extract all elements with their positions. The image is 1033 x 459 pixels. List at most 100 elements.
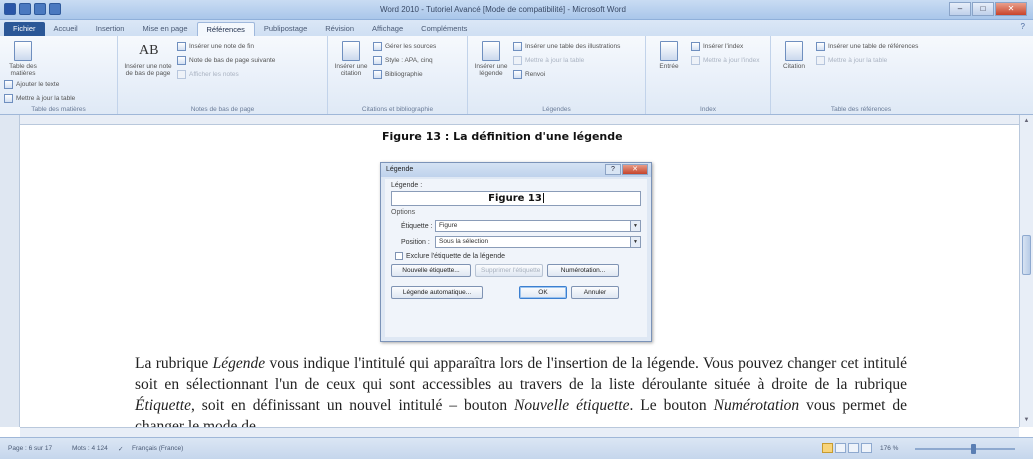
mark-entry-label: Entrée xyxy=(659,63,679,70)
horizontal-ruler[interactable] xyxy=(20,115,1020,125)
update-figures-table-button[interactable]: Mettre à jour la table xyxy=(513,53,620,67)
update-authorities-button[interactable]: Mettre à jour la table xyxy=(816,53,918,67)
figure-caption: Figure 13 : La définition d'une légende xyxy=(382,130,623,143)
numbering-button[interactable]: Numérotation... xyxy=(547,264,619,277)
word-count[interactable]: Mots : 4 124 xyxy=(72,445,108,452)
exclude-label-text: Exclure l'étiquette de la légende xyxy=(406,252,506,260)
view-buttons xyxy=(822,443,872,453)
paragraph-italic: Légende xyxy=(212,355,266,372)
bibliography-button[interactable]: Bibliographie xyxy=(373,67,436,81)
paragraph-italic: Numérotation xyxy=(713,397,800,414)
tab-view[interactable]: Affichage xyxy=(363,22,412,36)
update-authorities-icon xyxy=(816,55,825,65)
legend-input-value: Figure 13 xyxy=(488,193,542,204)
paragraph-text: , soit en définissant un nouvel intitulé… xyxy=(190,397,515,414)
vertical-ruler[interactable] xyxy=(0,115,20,427)
chevron-down-icon[interactable]: ▼ xyxy=(630,237,640,247)
next-footnote-icon xyxy=(177,55,186,65)
insert-index-button[interactable]: Insérer l'index xyxy=(691,39,760,53)
tab-home[interactable]: Accueil xyxy=(45,22,87,36)
cancel-button[interactable]: Annuler xyxy=(571,286,619,299)
page-count[interactable]: Page : 6 sur 17 xyxy=(8,445,52,452)
print-layout-icon[interactable] xyxy=(822,443,833,453)
ok-button[interactable]: OK xyxy=(519,286,567,299)
legend-label: Légende : xyxy=(391,182,423,189)
dialog-title: Légende xyxy=(386,166,414,173)
tab-file[interactable]: Fichier xyxy=(4,22,45,36)
mark-citation-label: Citation xyxy=(782,63,806,70)
minimize-button[interactable]: – xyxy=(949,2,971,16)
tab-insert[interactable]: Insertion xyxy=(87,22,134,36)
add-text-icon xyxy=(4,79,13,89)
mark-entry-button[interactable]: Entrée xyxy=(650,39,688,70)
action-buttons-row: Légende automatique... OK Annuler xyxy=(391,286,641,299)
full-screen-icon[interactable] xyxy=(835,443,846,453)
group-citations: Insérer une citation Gérer les sources S… xyxy=(328,36,468,114)
outline-icon[interactable] xyxy=(861,443,872,453)
text-caret xyxy=(542,193,544,203)
toc-icon xyxy=(14,41,32,61)
add-text-button[interactable]: Ajouter le texte xyxy=(4,77,75,91)
horizontal-scrollbar[interactable] xyxy=(20,427,1019,437)
position-select[interactable]: Sous la sélection ▼ xyxy=(435,236,641,248)
dialog-help-button[interactable]: ? xyxy=(605,164,621,175)
help-icon[interactable]: ? xyxy=(1021,22,1025,31)
insert-figures-table-button[interactable]: Insérer une table des illustrations xyxy=(513,39,620,53)
toc-button[interactable]: Table des matières xyxy=(4,39,42,77)
etiquette-value: Figure xyxy=(439,222,458,229)
add-text-label: Ajouter le texte xyxy=(16,80,60,88)
tab-layout[interactable]: Mise en page xyxy=(133,22,196,36)
tab-mailings[interactable]: Publipostage xyxy=(255,22,316,36)
insert-endnote-button[interactable]: Insérer une note de fin xyxy=(177,39,275,53)
legend-input[interactable]: Figure 13 xyxy=(391,191,641,206)
scroll-down-icon[interactable]: ▼ xyxy=(1022,416,1031,425)
undo-icon[interactable] xyxy=(34,3,46,15)
update-figures-table-label: Mettre à jour la table xyxy=(525,56,585,64)
new-label-button[interactable]: Nouvelle étiquette... xyxy=(391,264,471,277)
language-indicator[interactable]: Français (France) xyxy=(132,445,183,452)
insert-footnote-button[interactable]: AB Insérer une note de bas de page xyxy=(122,39,174,77)
show-notes-button[interactable]: Afficher les notes xyxy=(177,67,275,81)
update-index-label: Mettre à jour l'index xyxy=(703,56,760,64)
etiquette-select[interactable]: Figure ▼ xyxy=(435,220,641,232)
next-footnote-button[interactable]: Note de bas de page suivante xyxy=(177,53,275,67)
update-index-button[interactable]: Mettre à jour l'index xyxy=(691,53,760,67)
mark-citation-button[interactable]: Citation xyxy=(775,39,813,70)
zoom-slider-knob[interactable] xyxy=(971,444,976,454)
cross-reference-button[interactable]: Renvoi xyxy=(513,67,620,81)
proofing-icon[interactable]: ✓ xyxy=(118,445,123,453)
scroll-up-icon[interactable]: ▲ xyxy=(1022,117,1031,126)
save-icon[interactable] xyxy=(19,3,31,15)
tab-addins[interactable]: Compléments xyxy=(412,22,476,36)
chevron-down-icon[interactable]: ▼ xyxy=(630,221,640,231)
exclude-label-checkbox[interactable] xyxy=(395,252,403,260)
insert-endnote-label: Insérer une note de fin xyxy=(189,42,255,50)
tab-references[interactable]: Références xyxy=(196,22,255,36)
insert-citation-label: Insérer une citation xyxy=(334,63,368,77)
zoom-level[interactable]: 176 % xyxy=(880,445,898,452)
group-footnotes: AB Insérer une note de bas de page Insér… xyxy=(118,36,328,114)
update-table-button[interactable]: Mettre à jour la table xyxy=(4,91,75,105)
tab-review[interactable]: Révision xyxy=(316,22,363,36)
close-button[interactable]: ✕ xyxy=(995,2,1027,16)
redo-icon[interactable] xyxy=(49,3,61,15)
window-title: Word 2010 - Tutoriel Avancé [Mode de com… xyxy=(380,5,626,14)
insert-authorities-button[interactable]: Insérer une table de références xyxy=(816,39,918,53)
delete-label-button[interactable]: Supprimer l'étiquette xyxy=(475,264,543,277)
style-select[interactable]: Style : APA, cinq xyxy=(373,53,436,67)
zoom-slider[interactable] xyxy=(915,444,1015,454)
web-layout-icon[interactable] xyxy=(848,443,859,453)
scrollbar-thumb[interactable] xyxy=(1022,235,1031,275)
document-page[interactable]: Figure 13 : La définition d'une légende … xyxy=(20,125,1019,427)
group-authorities: Citation Insérer une table de références… xyxy=(771,36,951,114)
vertical-scrollbar[interactable]: ▲ ▼ xyxy=(1019,115,1033,427)
manage-sources-button[interactable]: Gérer les sources xyxy=(373,39,436,53)
maximize-button[interactable]: □ xyxy=(972,2,994,16)
dialog-close-button[interactable]: ✕ xyxy=(622,164,648,175)
caption-dialog: Légende ? ✕ Légende : Figure 13 Options … xyxy=(380,162,652,342)
insert-caption-button[interactable]: Insérer une légende xyxy=(472,39,510,77)
word-logo-icon[interactable] xyxy=(4,3,16,15)
auto-caption-button[interactable]: Légende automatique... xyxy=(391,286,483,299)
manage-sources-label: Gérer les sources xyxy=(385,42,437,50)
insert-citation-button[interactable]: Insérer une citation xyxy=(332,39,370,77)
